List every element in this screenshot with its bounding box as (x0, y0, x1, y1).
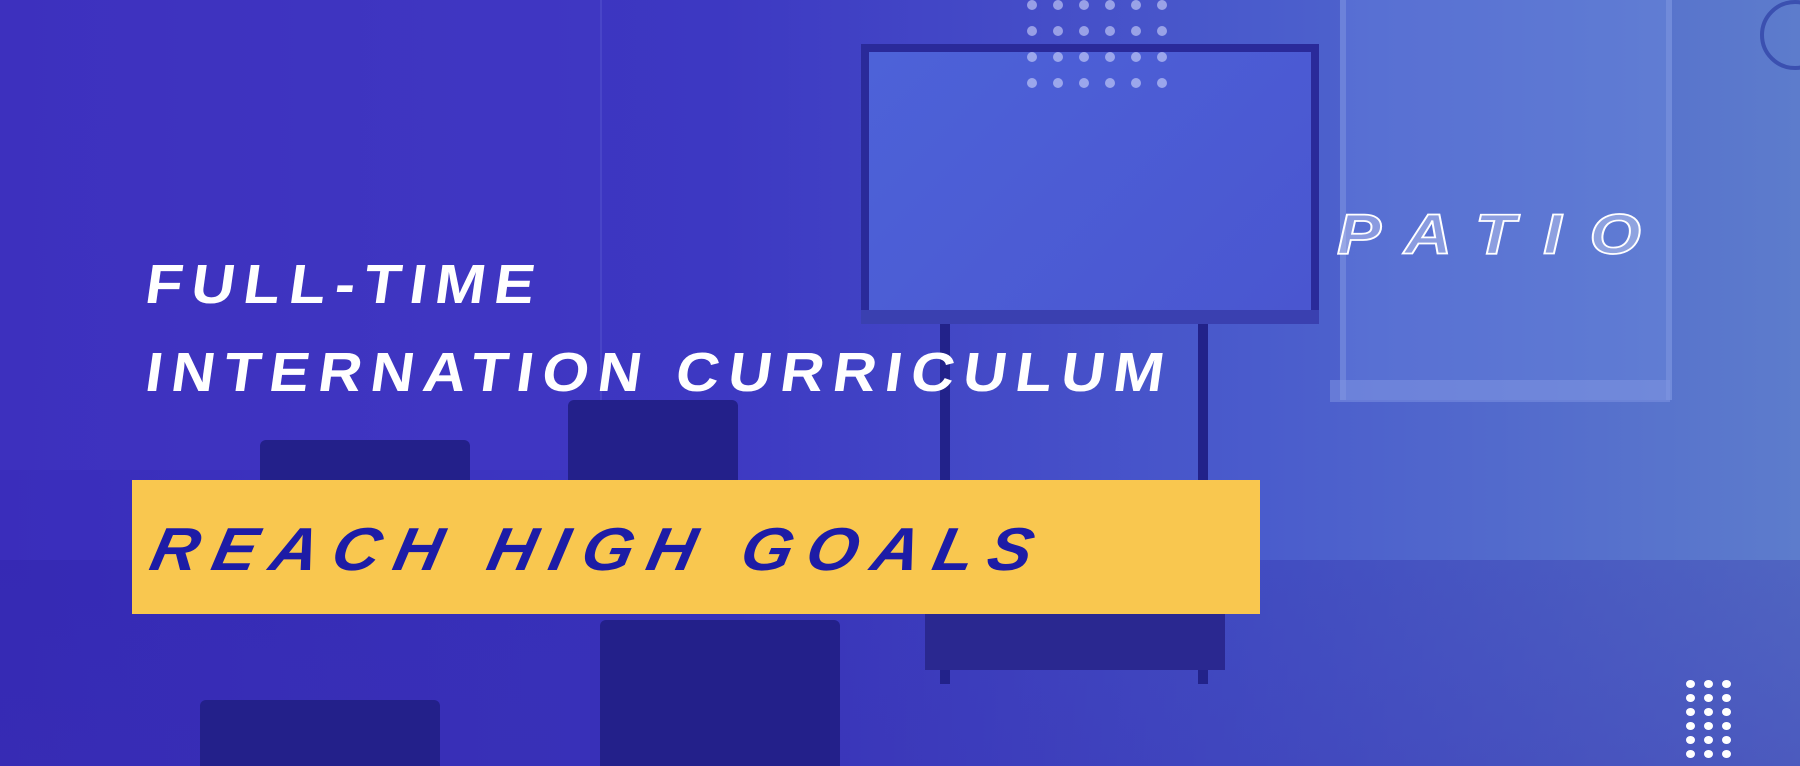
decorative-dot (1157, 78, 1167, 88)
decorative-dot (1686, 736, 1695, 744)
decorative-dot (1704, 708, 1713, 716)
decorative-dot (1079, 52, 1089, 62)
headline-line-1: FULL-TIME (141, 253, 549, 315)
background-display-bezel (861, 310, 1319, 324)
decorative-dot (1131, 78, 1141, 88)
slogan-text: REACH HIGH GOALS (144, 514, 1055, 584)
decorative-dot (1686, 722, 1695, 730)
brand-outline-text: PATIO (1336, 202, 1669, 266)
decorative-dot (1131, 26, 1141, 36)
decorative-dot (1722, 736, 1731, 744)
decorative-dot (1722, 680, 1731, 688)
decorative-dot (1722, 694, 1731, 702)
slogan-banner: REACH HIGH GOALS (132, 480, 1260, 614)
decorative-dot (1157, 52, 1167, 62)
background-window-sill (1330, 380, 1670, 402)
decorative-dot (1722, 722, 1731, 730)
decorative-dot (1053, 78, 1063, 88)
decorative-dot (1027, 26, 1037, 36)
decorative-dot (1105, 52, 1115, 62)
decorative-dot (1686, 750, 1695, 758)
decorative-dot (1053, 0, 1063, 10)
decorative-dot (1704, 680, 1713, 688)
background-window (1340, 0, 1672, 400)
decorative-dot (1722, 708, 1731, 716)
decorative-dot (1105, 26, 1115, 36)
decorative-dot (1704, 722, 1713, 730)
decorative-dot (1722, 750, 1731, 758)
decorative-dot (1131, 52, 1141, 62)
decorative-dot-grid-top (1027, 0, 1183, 104)
decorative-dot (1079, 26, 1089, 36)
decorative-dot-grid-bottom-right (1686, 680, 1740, 764)
decorative-dot (1027, 78, 1037, 88)
decorative-dot (1686, 694, 1695, 702)
decorative-dot (1105, 0, 1115, 10)
decorative-dot (1027, 52, 1037, 62)
decorative-dot (1704, 750, 1713, 758)
decorative-dot (1131, 0, 1141, 10)
decorative-dot (1704, 736, 1713, 744)
decorative-dot (1704, 694, 1713, 702)
decorative-dot (1686, 708, 1695, 716)
decorative-dot (1053, 26, 1063, 36)
decorative-dot (1157, 26, 1167, 36)
decorative-dot (1027, 0, 1037, 10)
background-chair (568, 400, 738, 480)
decorative-dot (1079, 0, 1089, 10)
background-chair (600, 620, 840, 766)
decorative-dot (1053, 52, 1063, 62)
decorative-dot (1157, 0, 1167, 10)
background-chair (200, 700, 440, 766)
decorative-dot (1105, 78, 1115, 88)
decorative-dot (1686, 680, 1695, 688)
decorative-dot (1079, 78, 1089, 88)
headline-line-2: INTERNATION CURRICULUM (141, 341, 1178, 403)
